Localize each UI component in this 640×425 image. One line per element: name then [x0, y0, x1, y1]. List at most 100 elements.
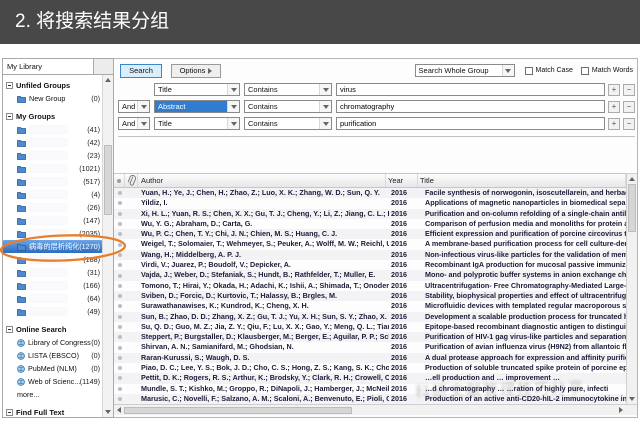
group-count: (31) — [87, 268, 100, 277]
year-column-header[interactable]: Year — [386, 174, 418, 187]
table-row[interactable]: Sun, B.; Zhao, D. D.; Zhang, X. Z.; Gu, … — [114, 311, 626, 322]
year-cell: 2016 — [391, 373, 407, 383]
sidebar-online-item[interactable]: PubMed (NLM) (0) — [3, 362, 102, 375]
boolean-select[interactable]: And — [118, 117, 150, 130]
sidebar-group-item[interactable]: (188) — [3, 253, 102, 266]
attachment-column-header[interactable] — [125, 174, 138, 187]
scroll-down-icon[interactable] — [627, 394, 637, 404]
sidebar-group-item[interactable]: (23) — [3, 149, 102, 162]
sidebar-group-item[interactable]: (26) — [3, 201, 102, 214]
sidebar-group-item[interactable]: (166) — [3, 279, 102, 292]
sidebar-group-item[interactable]: (42) — [3, 136, 102, 149]
group-label: LISTA (EBSCO) — [28, 351, 79, 360]
table-row[interactable]: Piao, D. C.; Lee, Y. S.; Bok, J. D.; Cho… — [114, 363, 626, 373]
match-case-checkbox[interactable] — [524, 66, 533, 75]
table-row[interactable]: Yuan, H.; Ye, J.; Chen, H.; Zhao, Z.; Lu… — [114, 188, 626, 199]
match-words-checkbox[interactable] — [580, 66, 589, 75]
table-row[interactable]: Yildiz, I. 2016 Applications of magnetic n… — [114, 198, 626, 208]
sidebar-section-my-groups[interactable]: My Groups — [3, 110, 102, 123]
table-vertical-scrollbar[interactable] — [626, 173, 637, 405]
sidebar-online-item[interactable]: LISTA (EBSCO) (0) — [3, 349, 102, 362]
table-row[interactable]: Tomono, T.; Hirai, Y.; Okada, H.; Adachi… — [114, 281, 626, 291]
sidebar-section-online-search[interactable]: Online Search — [3, 323, 102, 336]
remove-row-button[interactable]: − — [623, 100, 635, 113]
table-row[interactable]: Wu, Y. G.; Abraham, D.; Carta, G. 2016 Com… — [114, 219, 626, 229]
field-select[interactable]: Title — [154, 117, 240, 130]
scroll-down-icon[interactable] — [103, 407, 113, 417]
operator-select[interactable]: Contains — [244, 117, 332, 130]
sidebar-more-link[interactable]: more... — [3, 388, 102, 401]
table-row[interactable]: Weigel, T.; Solomaier, T.; Wehmeyer, S.;… — [114, 239, 626, 249]
author-column-header[interactable]: Author — [138, 174, 386, 187]
operator-select[interactable]: Contains — [244, 83, 332, 96]
search-term-input[interactable]: purification — [336, 117, 605, 130]
table-row[interactable]: Wu, P. C.; Chen, T. Y.; Chi, J. N.; Chie… — [114, 229, 626, 240]
scrollbar-thumb[interactable] — [628, 184, 636, 232]
tab-my-library[interactable]: My Library — [3, 59, 94, 74]
sidebar-group-item[interactable]: (64) — [3, 292, 102, 305]
sidebar-section-find-full-text[interactable]: Find Full Text — [3, 406, 102, 417]
scroll-left-icon[interactable] — [114, 405, 124, 415]
table-row[interactable]: Marusic, C.; Novelli, F.; Salzano, A. M.… — [114, 393, 626, 405]
table-row[interactable]: Wang, H.; Middelberg, A. P. J. 2016 Non-in… — [114, 249, 626, 261]
sidebar-online-item[interactable]: Web of Scienc... (1149) — [3, 375, 102, 388]
add-row-button[interactable]: + — [608, 100, 620, 113]
remove-row-button[interactable]: − — [623, 117, 635, 130]
table-horizontal-scrollbar[interactable] — [114, 404, 637, 416]
scroll-right-icon[interactable] — [616, 405, 626, 415]
group-count: (147) — [83, 216, 100, 225]
table-row[interactable]: Xi, H. L.; Yuan, R. S.; Chen, X. X.; Gu,… — [114, 208, 626, 219]
attachment-cell — [125, 332, 138, 342]
scrollbar-thumb[interactable] — [124, 406, 352, 414]
boolean-select[interactable]: And — [118, 100, 150, 113]
collapse-icon[interactable] — [6, 326, 13, 333]
table-row[interactable]: Mundle, S. T.; Kishko, M.; Groppo, R.; D… — [114, 384, 626, 394]
sidebar-group-item[interactable]: (147) — [3, 214, 102, 227]
group-count: (4) — [91, 190, 100, 199]
operator-select[interactable]: Contains — [244, 100, 332, 113]
group-label: New Group — [29, 94, 66, 103]
remove-row-button[interactable]: − — [623, 83, 635, 96]
sidebar-group-item[interactable]: (49) — [3, 305, 102, 318]
collapse-icon[interactable] — [6, 113, 13, 120]
search-row-3: And Title Contains purification + − — [118, 115, 635, 132]
field-select[interactable]: Title — [154, 83, 240, 96]
scrollbar-thumb[interactable] — [104, 145, 112, 215]
sidebar-group-item[interactable]: (517) — [3, 175, 102, 188]
sidebar-group-item[interactable]: (31) — [3, 266, 102, 279]
search-term-input[interactable]: virus — [336, 83, 605, 96]
title-column-header[interactable]: Title — [418, 174, 626, 187]
field-select[interactable]: Abstract — [154, 100, 240, 113]
scroll-up-icon[interactable] — [627, 174, 637, 184]
sidebar-group-item[interactable]: (2035) — [3, 227, 102, 240]
collapse-icon[interactable] — [6, 409, 13, 416]
table-row[interactable]: Steppert, P.; Burgstaller, D.; Klausberg… — [114, 332, 626, 343]
search-term-input[interactable]: chromatography — [336, 100, 605, 113]
sidebar-online-item[interactable]: Library of Congress (0) — [3, 336, 102, 349]
sidebar-scrollbar[interactable] — [102, 75, 113, 417]
table-row[interactable]: Raran-Kurussi, S.; Waugh, D. S. 2016 A dua… — [114, 352, 626, 364]
table-row[interactable]: Vajda, J.; Weber, D.; Stefaniak, S.; Hun… — [114, 270, 626, 281]
attachment-cell — [125, 270, 138, 280]
scroll-up-icon[interactable] — [103, 75, 113, 85]
add-row-button[interactable]: + — [608, 117, 620, 130]
table-row[interactable]: Su, Q. D.; Guo, M. Z.; Jia, Z. Y.; Qiu, … — [114, 322, 626, 332]
sidebar-group-item[interactable]: (1021) — [3, 162, 102, 175]
table-row[interactable]: Sviben, D.; Forcic, D.; Kurtovic, T.; Ha… — [114, 290, 626, 302]
read-status-column-header[interactable] — [114, 174, 125, 187]
search-scope-select[interactable]: Search Whole Group — [414, 64, 515, 77]
collapse-icon[interactable] — [6, 82, 13, 89]
sidebar-group-item[interactable]: New Group (0) — [3, 92, 102, 105]
title-cell: A membrane-based purification process fo… — [425, 239, 626, 249]
table-row[interactable]: Shirvan, A. N.; Samianifard, M.; Ghodsia… — [114, 342, 626, 352]
add-row-button[interactable]: + — [608, 83, 620, 96]
sidebar-section-unfiled-groups[interactable]: Unfiled Groups — [3, 79, 102, 92]
table-row[interactable]: Pettit, D. K.; Rogers, R. S.; Arthur, K.… — [114, 373, 626, 384]
table-row[interactable]: Virdi, V.; Juarez, P.; Boudolf, V.; Depi… — [114, 260, 626, 270]
search-button[interactable]: Search — [120, 63, 162, 78]
sidebar-group-item[interactable]: (4) — [3, 188, 102, 201]
table-row[interactable]: Surawathanawises, K.; Kundrod, K.; Cheng… — [114, 301, 626, 311]
sidebar-group-item[interactable]: 病毒的层析纯化 (1270) — [3, 240, 102, 253]
options-button[interactable]: Options — [171, 63, 221, 78]
sidebar-group-item[interactable]: (41) — [3, 123, 102, 136]
